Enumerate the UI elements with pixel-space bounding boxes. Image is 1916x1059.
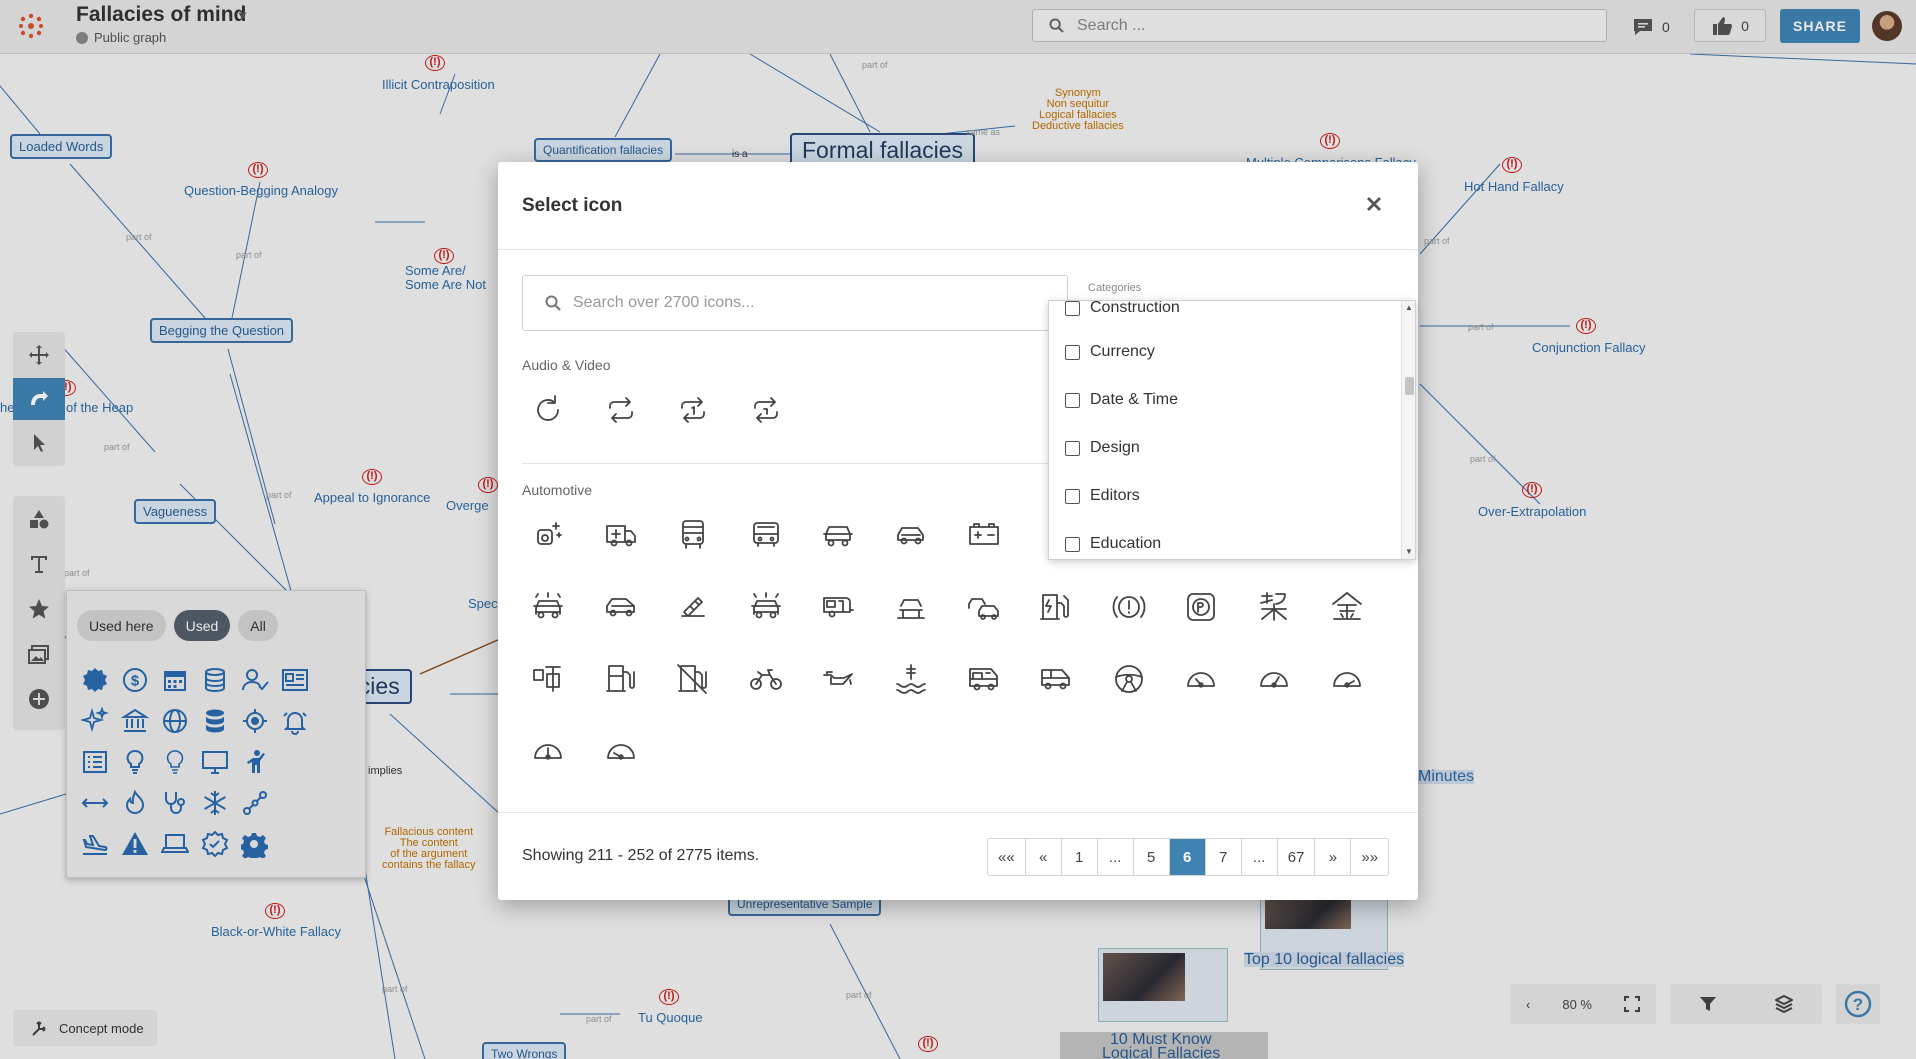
categories-list[interactable]: Construction Currency Date & Time Design…	[1048, 300, 1416, 560]
car-front-icon[interactable]	[814, 511, 862, 559]
oil-can-icon[interactable]	[814, 655, 862, 703]
modal-footer: Showing 211 - 252 of 2775 items. «« « 1 …	[498, 812, 1418, 900]
car-wash-icon[interactable]	[524, 583, 572, 631]
icon-search-input[interactable]	[573, 276, 1053, 330]
car-sparkle-icon[interactable]	[524, 511, 572, 559]
repeat-icon[interactable]	[597, 386, 645, 434]
page-first[interactable]: ««	[988, 839, 1026, 875]
category-label: Currency	[1090, 343, 1155, 361]
car-side-icon[interactable]	[887, 511, 935, 559]
car-icon[interactable]	[597, 583, 645, 631]
page-prev[interactable]: «	[1026, 839, 1062, 875]
car-lift-icon[interactable]	[887, 583, 935, 631]
page-5[interactable]: 5	[1134, 839, 1170, 875]
checkbox[interactable]	[1065, 393, 1080, 408]
brake-warning-icon[interactable]	[1105, 583, 1153, 631]
gauge-mid-icon[interactable]	[1250, 655, 1298, 703]
motorcycle-icon[interactable]	[742, 655, 790, 703]
repeat-one-icon[interactable]	[669, 386, 717, 434]
car-tuning-icon[interactable]	[669, 583, 717, 631]
showing-count: Showing 211 - 252 of 2775 items.	[522, 847, 759, 865]
ambulance-icon[interactable]	[597, 511, 645, 559]
gauge-full-icon[interactable]	[524, 727, 572, 775]
category-date-time[interactable]: Date & Time	[1065, 388, 1178, 412]
car-battery-icon[interactable]	[960, 511, 1008, 559]
close-button[interactable]	[1360, 190, 1388, 218]
category-education[interactable]: Education	[1065, 532, 1161, 556]
modal-header: Select icon	[498, 162, 1418, 250]
page-1[interactable]: 1	[1062, 839, 1098, 875]
page-67[interactable]: 67	[1278, 839, 1316, 875]
gauge-simple-icon[interactable]	[597, 727, 645, 775]
repeat-one-alt-icon[interactable]	[742, 386, 790, 434]
caravan-icon[interactable]	[814, 583, 862, 631]
scroll-down-icon[interactable]: ▼	[1405, 547, 1413, 556]
cjk-gold-icon[interactable]	[1323, 583, 1371, 631]
bus-side-icon[interactable]	[742, 511, 790, 559]
icon-search[interactable]	[522, 275, 1068, 331]
oil-level-icon[interactable]	[887, 655, 935, 703]
cars-icon[interactable]	[960, 583, 1008, 631]
section-divider	[522, 463, 1052, 464]
fuel-icon[interactable]	[597, 655, 645, 703]
checkbox[interactable]	[1065, 537, 1080, 552]
parking-brake-icon[interactable]	[1177, 583, 1225, 631]
page-ellipsis: ...	[1242, 839, 1278, 875]
search-icon	[545, 295, 561, 311]
page-next[interactable]: »	[1315, 839, 1351, 875]
categories-scrollbar[interactable]: ▲ ▼	[1401, 301, 1415, 559]
gauge-low-icon[interactable]	[1177, 655, 1225, 703]
page-6-active[interactable]: 6	[1170, 839, 1206, 875]
section-automotive: Automotive	[522, 482, 592, 498]
cjk-horn-icon[interactable]	[524, 655, 572, 703]
close-icon	[1366, 196, 1382, 212]
cjk-contract-icon[interactable]	[1250, 583, 1298, 631]
page-last[interactable]: »»	[1351, 839, 1388, 875]
checkbox[interactable]	[1065, 345, 1080, 360]
checkbox[interactable]	[1065, 301, 1080, 316]
categories-label: Categories	[1088, 282, 1141, 294]
page-7[interactable]: 7	[1206, 839, 1242, 875]
ev-station-icon[interactable]	[1032, 583, 1080, 631]
scroll-thumb[interactable]	[1405, 377, 1414, 395]
van-icon[interactable]	[1032, 655, 1080, 703]
category-editors[interactable]: Editors	[1065, 484, 1140, 508]
no-fuel-icon[interactable]	[669, 655, 717, 703]
category-design[interactable]: Design	[1065, 436, 1140, 460]
scroll-up-icon[interactable]: ▲	[1405, 303, 1413, 312]
select-icon-modal: Select icon Categories Construction Curr…	[498, 162, 1418, 900]
steering-wheel-icon[interactable]	[1105, 655, 1153, 703]
category-currency[interactable]: Currency	[1065, 340, 1155, 364]
modal-title: Select icon	[522, 195, 622, 217]
bus-icon[interactable]	[669, 511, 717, 559]
pagination: «« « 1 ... 5 6 7 ... 67 » »»	[987, 838, 1389, 876]
checkbox[interactable]	[1065, 489, 1080, 504]
checkbox[interactable]	[1065, 441, 1080, 456]
category-label: Education	[1090, 535, 1161, 553]
category-label: Editors	[1090, 487, 1140, 505]
section-audio-video: Audio & Video	[522, 357, 610, 373]
page-ellipsis: ...	[1098, 839, 1134, 875]
redo-icon[interactable]	[524, 386, 572, 434]
category-label: Date & Time	[1090, 391, 1178, 409]
gauge-high-icon[interactable]	[1323, 655, 1371, 703]
category-construction[interactable]: Construction	[1065, 300, 1180, 320]
category-label: Construction	[1090, 300, 1180, 317]
category-label: Design	[1090, 439, 1140, 457]
car-crash-icon[interactable]	[742, 583, 790, 631]
rv-icon[interactable]	[960, 655, 1008, 703]
